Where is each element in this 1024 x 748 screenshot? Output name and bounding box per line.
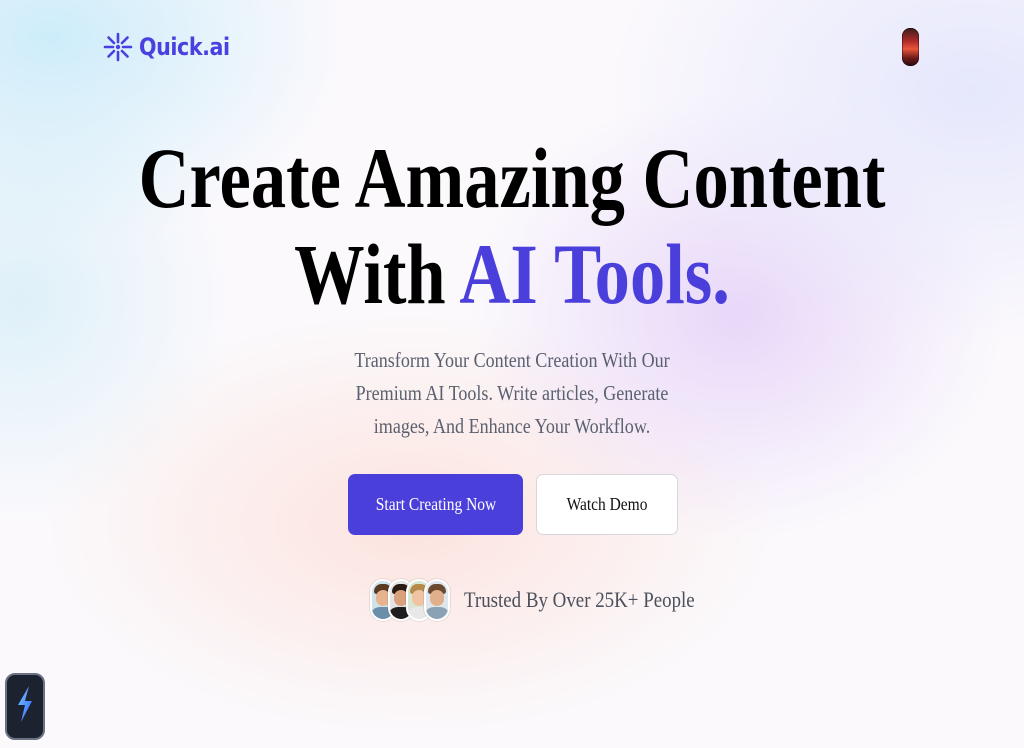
hero-subtitle: Transform Your Content Creation With Our…	[312, 344, 712, 443]
hero-title-prefix: With	[294, 226, 460, 322]
watch-demo-label: Watch Demo	[566, 494, 648, 514]
hero-title-line-2: With AI Tools.	[92, 226, 932, 322]
watch-demo-button[interactable]: Watch Demo	[536, 474, 678, 535]
sparkle-icon	[103, 28, 133, 66]
floating-widget-button[interactable]	[5, 673, 45, 740]
lightning-icon	[14, 684, 36, 729]
avatar	[424, 579, 450, 621]
hero-title-accent: AI Tools.	[459, 226, 730, 322]
top-navigation: Quick.ai	[0, 0, 1024, 94]
start-creating-label: Start Creating Now	[375, 494, 496, 514]
profile-avatar[interactable]	[902, 28, 919, 66]
hero-title: Create Amazing Content With AI Tools.	[0, 130, 1024, 322]
hero-title-line-1: Create Amazing Content	[138, 130, 886, 226]
user-avatars	[370, 579, 450, 621]
trusted-text: Trusted By Over 25K+ People	[464, 587, 695, 612]
start-creating-button[interactable]: Start Creating Now	[348, 474, 523, 535]
hero-subtitle-text: Transform Your Content Creation With Our…	[354, 348, 670, 438]
social-proof: Trusted By Over 25K+ People	[370, 578, 732, 622]
brand-name: Quick.ai	[139, 33, 230, 61]
brand-logo[interactable]: Quick.ai	[103, 28, 244, 66]
